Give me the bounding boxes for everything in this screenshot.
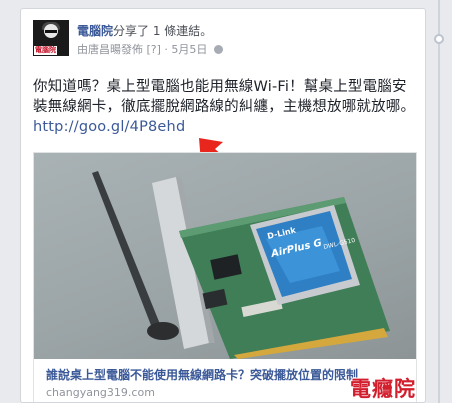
- post-card: 電腦院 電腦院分享了 1 條連結。 由唐昌暘發佈 [?] · 5月5日 你知道嗎…: [20, 8, 426, 403]
- link-preview[interactable]: D-Link AirPlus G DWL-G510 誰說桌上型電腦不能使用無線網…: [33, 152, 417, 402]
- action-text: 分享了 1 條連結。: [113, 24, 213, 38]
- post-body-text: 你知道嗎？桌上型電腦也能用無線Wi-Fi！幫桌上型電腦安裝無線網卡，徹底擺脫網路…: [33, 79, 416, 115]
- help-link[interactable]: [?]: [147, 43, 161, 56]
- post-title-line: 電腦院分享了 1 條連結。: [77, 22, 212, 39]
- avatar-label: 電腦院: [34, 46, 57, 55]
- post-meta: 由唐昌暘發佈 [?] · 5月5日: [77, 41, 223, 57]
- preview-image[interactable]: D-Link AirPlus G DWL-G510: [34, 153, 416, 359]
- avatar[interactable]: 電腦院: [33, 20, 69, 56]
- timeline-line: [438, 0, 440, 403]
- preview-domain: changyang319.com: [46, 386, 155, 399]
- page-name-link[interactable]: 電腦院: [77, 24, 113, 38]
- preview-title[interactable]: 誰說桌上型電腦不能使用無線網路卡？突破擺放位置的限制: [46, 366, 396, 383]
- post-body: 你知道嗎？桌上型電腦也能用無線Wi-Fi！幫桌上型電腦安裝無線網卡，徹底擺脫網路…: [33, 77, 418, 137]
- post-date-link[interactable]: · 5月5日: [164, 43, 207, 56]
- wifi-card-photo: D-Link AirPlus G DWL-G510: [92, 171, 390, 359]
- watermark-logo: 電癮院: [350, 377, 416, 401]
- timeline-dot: [434, 34, 444, 44]
- post-link[interactable]: http://goo.gl/4P8ehd: [33, 119, 185, 135]
- avatar-glasses: [45, 30, 57, 33]
- globe-icon[interactable]: [213, 45, 223, 54]
- posted-by: 由唐昌暘發佈: [77, 43, 143, 56]
